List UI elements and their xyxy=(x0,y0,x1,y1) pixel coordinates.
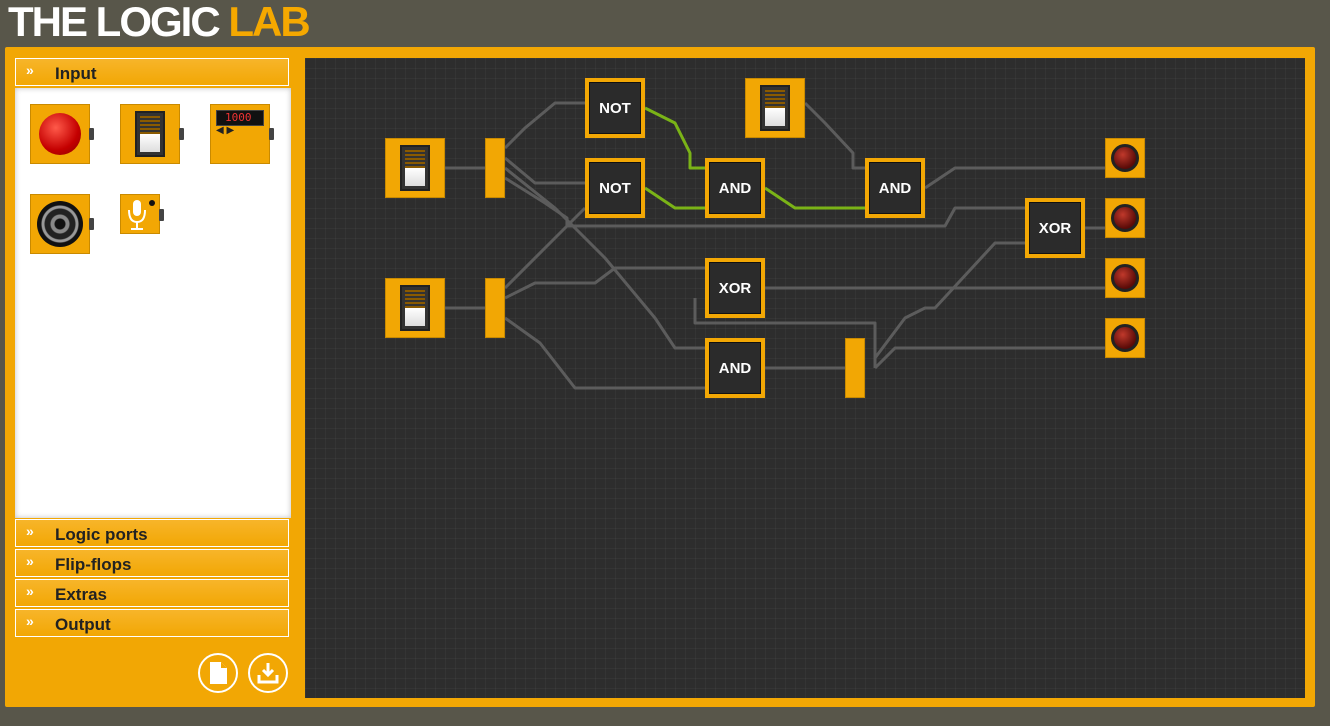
gate-label: XOR xyxy=(709,262,761,314)
not-gate-2[interactable]: NOT xyxy=(585,158,645,218)
section-label: Flip-flops xyxy=(55,555,132,574)
section-extras-header[interactable]: » Extras xyxy=(15,579,289,607)
speaker-component[interactable] xyxy=(30,194,94,254)
switch-icon xyxy=(760,85,790,131)
xor-gate-1[interactable]: XOR xyxy=(1025,198,1085,258)
and-gate-3[interactable]: AND xyxy=(705,338,765,398)
xor-gate-2[interactable]: XOR xyxy=(705,258,765,318)
app-title: THE LOGIC LAB xyxy=(8,0,311,46)
document-icon xyxy=(210,662,227,684)
counter-icon: 1000 xyxy=(216,110,264,126)
counter-display: 1000 xyxy=(225,111,252,124)
red-button-icon xyxy=(39,113,81,155)
push-button-component[interactable] xyxy=(30,104,94,164)
output-lamp-1[interactable] xyxy=(1105,138,1145,178)
lamp-icon xyxy=(1111,204,1139,232)
wire xyxy=(504,266,705,300)
app-title-accent: LAB xyxy=(228,0,310,45)
chevron-icon: » xyxy=(26,523,34,539)
section-logic-ports-header[interactable]: » Logic ports xyxy=(15,519,289,547)
and-gate-2[interactable]: AND xyxy=(865,158,925,218)
gate-label: AND xyxy=(709,342,761,394)
output-lamp-2[interactable] xyxy=(1105,198,1145,238)
component-sidebar: » Input 1000 ◀ ▶ » Logic ports » Flip-fl… xyxy=(15,58,291,640)
chevron-icon: » xyxy=(26,613,34,629)
counter-arrows: ◀ ▶ xyxy=(216,125,235,136)
clock-counter-component[interactable]: 1000 ◀ ▶ xyxy=(210,104,274,164)
gate-label: NOT xyxy=(589,82,641,134)
download-icon xyxy=(257,663,279,684)
chevron-icon: » xyxy=(26,553,34,569)
app-title-main: THE LOGIC xyxy=(8,0,229,45)
output-connector xyxy=(89,218,94,230)
output-lamp-4[interactable] xyxy=(1105,318,1145,358)
speaker-icon xyxy=(37,201,83,247)
microphone-component[interactable] xyxy=(120,194,164,234)
section-input-header[interactable]: » Input xyxy=(15,58,289,86)
chevron-icon: » xyxy=(26,62,34,78)
new-file-button[interactable] xyxy=(198,653,238,693)
wire xyxy=(803,101,865,170)
wire xyxy=(873,346,1105,370)
active-wire xyxy=(644,186,705,210)
gate-label: NOT xyxy=(589,162,641,214)
toggle-switch-component[interactable] xyxy=(120,104,184,164)
section-flip-flops-header[interactable]: » Flip-flops xyxy=(15,549,289,577)
input-component-panel: 1000 ◀ ▶ xyxy=(15,88,291,518)
microphone-icon xyxy=(128,200,155,230)
section-label: Logic ports xyxy=(55,525,148,544)
circuit-canvas[interactable]: NOT NOT AND AND XOR XOR AND xyxy=(305,58,1305,698)
output-lamp-3[interactable] xyxy=(1105,258,1145,298)
output-connector xyxy=(269,128,274,140)
switch-icon xyxy=(400,145,430,191)
wire xyxy=(924,166,1105,190)
wires-layer xyxy=(445,101,1105,390)
gate-label: XOR xyxy=(1029,202,1081,254)
chevron-icon: » xyxy=(26,583,34,599)
download-button[interactable] xyxy=(248,653,288,693)
output-connector xyxy=(89,128,94,140)
switch-icon xyxy=(135,111,165,157)
input-switch-1[interactable] xyxy=(385,138,445,198)
output-connector xyxy=(179,128,184,140)
section-label: Extras xyxy=(55,585,107,604)
lamp-icon xyxy=(1111,264,1139,292)
splitter-2[interactable] xyxy=(485,278,505,338)
active-wire xyxy=(764,186,865,210)
section-label: Output xyxy=(55,615,111,634)
lamp-icon xyxy=(1111,144,1139,172)
section-output-header[interactable]: » Output xyxy=(15,609,289,637)
splitter-3[interactable] xyxy=(845,338,865,398)
output-connector xyxy=(159,209,164,221)
gate-label: AND xyxy=(869,162,921,214)
wire xyxy=(503,101,585,150)
and-gate-1[interactable]: AND xyxy=(705,158,765,218)
input-switch-2[interactable] xyxy=(385,278,445,338)
wire xyxy=(503,206,587,290)
active-wire xyxy=(644,106,705,170)
switch-icon xyxy=(400,285,430,331)
wire xyxy=(504,316,705,390)
not-gate-1[interactable]: NOT xyxy=(585,78,645,138)
gate-label: AND xyxy=(709,162,761,214)
input-switch-3[interactable] xyxy=(745,78,805,138)
wire xyxy=(504,176,1025,228)
wire xyxy=(873,241,1025,359)
splitter-1[interactable] xyxy=(485,138,505,198)
lamp-icon xyxy=(1111,324,1139,352)
section-label: Input xyxy=(55,64,97,83)
